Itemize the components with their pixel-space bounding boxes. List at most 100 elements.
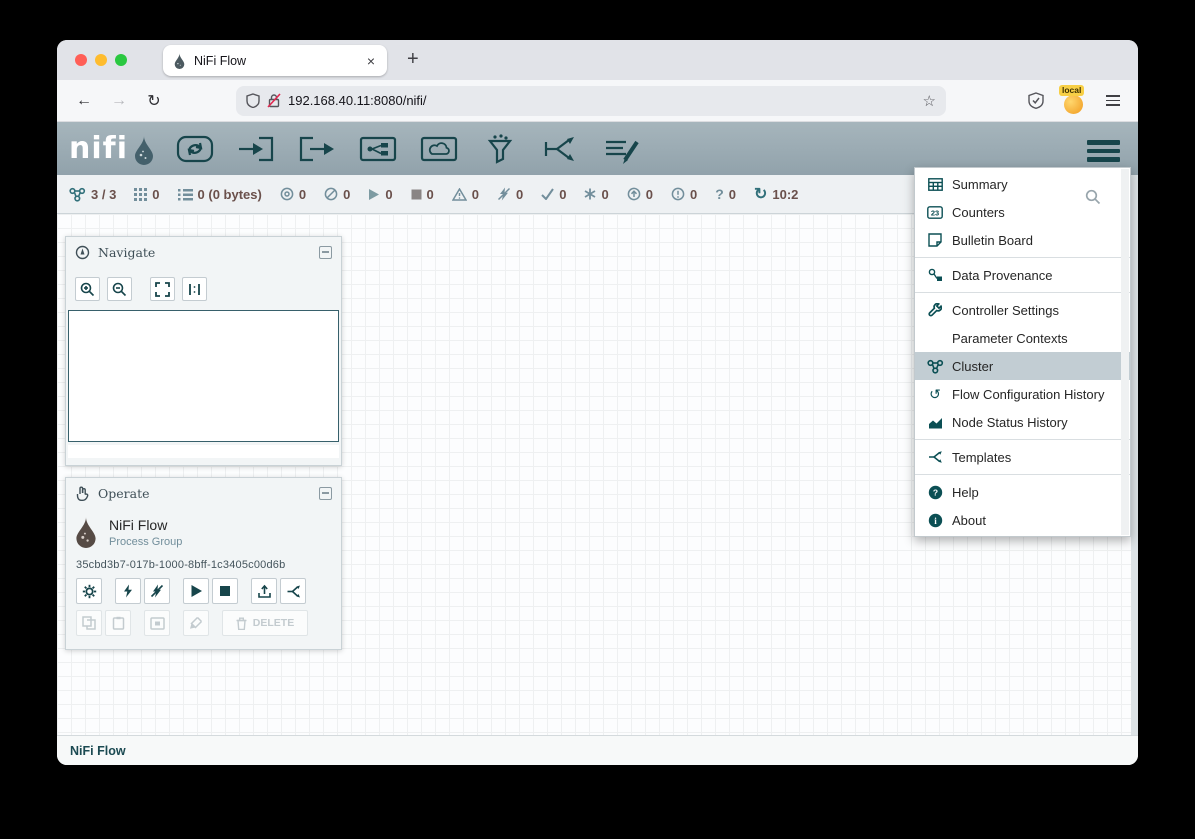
container-account[interactable]: local [1062,88,1086,114]
nifi-logo-drop-icon [132,135,156,165]
menu-item-flow-configuration-history[interactable]: ↺ Flow Configuration History [915,380,1130,408]
toolbar-right: local [1028,88,1124,114]
paste-button[interactable] [105,610,131,636]
global-menu-icon[interactable] [1085,138,1122,164]
configure-button[interactable] [76,578,102,604]
refresh-icon[interactable]: ↻ [754,184,767,204]
up-to-date-status: 0 [541,187,566,202]
stopped-icon [411,189,422,200]
selected-component-info: NiFi Flow Process Group [73,516,182,548]
shield-check-icon[interactable] [1028,92,1044,109]
template-icon[interactable] [540,132,582,166]
locally-modified-status: 0 [584,187,608,202]
collapse-navigate-button[interactable] [319,246,332,259]
global-search-icon[interactable] [1085,189,1101,205]
upload-template-button[interactable] [251,578,277,604]
stale-status: 0 [627,187,653,202]
menu-scrollbar[interactable] [1121,169,1129,535]
global-menu: Summary 23 Counters Bulletin Board [914,167,1131,537]
new-tab-button[interactable]: + [401,46,425,73]
enable-button[interactable] [115,578,141,604]
queued-icon [178,188,193,201]
breadcrumb[interactable]: NiFi Flow [70,744,126,758]
flow-configuration-history-icon: ↺ [926,386,944,403]
node-status-history-icon [926,416,944,429]
menu-divider [915,439,1130,440]
locally-modified-stale-status: 0 [671,187,697,202]
group-button[interactable] [144,610,170,636]
running-icon [368,188,380,201]
cluster-status: 3 / 3 [69,187,116,202]
minimize-window-button[interactable] [95,54,107,66]
collapse-operate-button[interactable] [319,487,332,500]
transmitting-icon [280,187,294,201]
svg-text:?: ? [932,487,937,497]
queued-status: 0 (0 bytes) [178,187,262,202]
menu-item-templates[interactable]: Templates [915,443,1130,471]
sync-failure-status: ? 0 [715,186,736,202]
tab-close-icon[interactable]: × [365,53,377,69]
menu-item-about[interactable]: i About [915,506,1130,534]
zoom-fit-button[interactable] [150,277,175,301]
zoom-out-button[interactable] [107,277,132,301]
svg-text:23: 23 [931,208,939,217]
component-toolbar [174,132,643,166]
menu-item-cluster[interactable]: Cluster [915,352,1130,380]
menu-item-bulletin-board[interactable]: Bulletin Board [915,226,1130,254]
url-input[interactable]: 192.168.40.11:8080/nifi/ ☆ [236,86,946,116]
about-icon: i [926,513,944,528]
navigate-compass-icon [75,245,90,260]
birdseye-strip[interactable] [68,445,339,458]
window-controls [75,54,127,66]
url-text: 192.168.40.11:8080/nifi/ [288,93,916,108]
operate-hand-icon [75,486,90,501]
insecure-lock-icon[interactable] [267,93,281,108]
cluster-icon [69,187,86,202]
counters-icon: 23 [926,206,944,219]
browser-menu-icon[interactable] [1104,91,1122,110]
input-port-icon[interactable] [235,132,277,166]
menu-item-node-status-history[interactable]: Node Status History [915,408,1130,436]
disable-button[interactable] [144,578,170,604]
back-icon[interactable]: ← [71,88,97,114]
canvas-scrollbar[interactable] [1131,175,1138,735]
operate-header: Operate [66,478,341,508]
remote-process-group-icon[interactable] [418,132,460,166]
bookmark-star-icon[interactable]: ☆ [923,92,936,110]
zoom-actual-size-button[interactable] [182,277,207,301]
close-window-button[interactable] [75,54,87,66]
stop-button[interactable] [212,578,238,604]
tracking-protection-shield-icon[interactable] [246,93,260,108]
browser-window: NiFi Flow × + ← → ↻ 192.168.40.11:8080/n… [57,40,1138,765]
active-threads-icon [134,188,147,201]
invalid-icon [452,188,467,201]
component-type: Process Group [109,536,182,548]
container-badge: local [1059,85,1084,96]
label-icon[interactable] [601,132,643,166]
menu-item-parameter-contexts[interactable]: Parameter Contexts [915,324,1130,352]
copy-button[interactable] [76,610,102,636]
process-group-icon[interactable] [357,132,399,166]
delete-button[interactable]: DELETE [222,610,308,636]
menu-item-help[interactable]: ? Help [915,478,1130,506]
menu-item-controller-settings[interactable]: Controller Settings [915,296,1130,324]
operate-palette: Operate NiFi Flow Process Group 35cbd3b7… [65,477,342,650]
create-template-button[interactable] [280,578,306,604]
browser-tab[interactable]: NiFi Flow × [163,45,387,76]
zoom-window-button[interactable] [115,54,127,66]
fill-color-button[interactable] [183,610,209,636]
funnel-icon[interactable] [479,132,521,166]
operate-buttons-row-2: DELETE [76,610,308,636]
zoom-in-button[interactable] [75,277,100,301]
reload-icon[interactable]: ↻ [141,88,167,114]
output-port-icon[interactable] [296,132,338,166]
start-button[interactable] [183,578,209,604]
nifi-logo: nifi [69,131,156,166]
help-icon: ? [926,485,944,500]
birdseye-minimap[interactable] [68,310,339,442]
processor-icon[interactable] [174,132,216,166]
menu-item-data-provenance[interactable]: Data Provenance [915,261,1130,289]
browser-toolbar: ← → ↻ 192.168.40.11:8080/nifi/ ☆ local [57,80,1138,122]
operate-buttons-row-1 [76,578,306,604]
forward-icon[interactable]: → [106,88,132,114]
